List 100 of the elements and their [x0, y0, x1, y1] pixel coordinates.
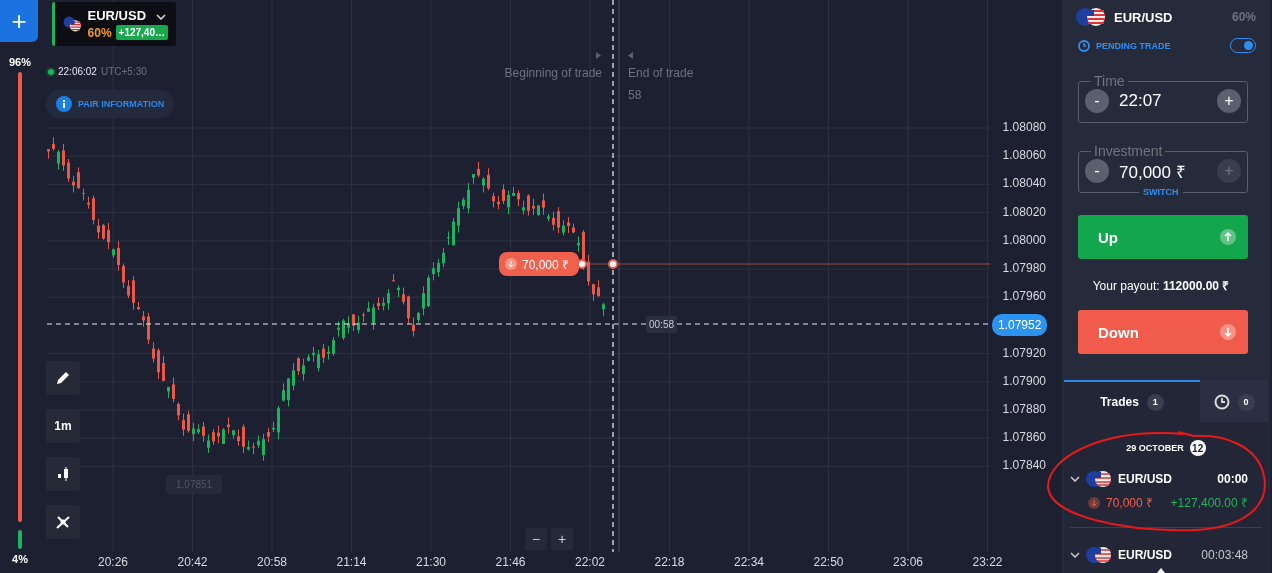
candle: [242, 423, 245, 454]
add-button[interactable]: +: [0, 0, 38, 42]
candlestick-icon: [55, 466, 71, 482]
history-tab[interactable]: 0: [1200, 380, 1268, 422]
candle: [492, 192, 495, 208]
zoom-button[interactable]: −: [525, 528, 547, 550]
price-tick: 1.07920: [1002, 345, 1046, 360]
candle: [142, 310, 145, 328]
increase-button[interactable]: +: [1217, 89, 1241, 113]
trade-time: 00:03:48: [1201, 548, 1248, 562]
candle: [417, 311, 420, 324]
candle: [282, 382, 285, 403]
down-percentage: 4%: [12, 553, 28, 565]
candle: [567, 216, 570, 234]
candle: [537, 204, 540, 217]
start-triangle-icon: [596, 52, 601, 59]
candle: [347, 315, 350, 335]
candle: [217, 425, 220, 444]
clock-time: 22:06:02: [58, 66, 97, 77]
candle: [467, 182, 470, 214]
chevron-icon: [1070, 476, 1080, 482]
open-trade-pill[interactable]: 70,000 ₹: [499, 252, 580, 276]
candle: [52, 136, 55, 152]
currency-flags-icon: [1076, 7, 1106, 27]
price-tick: 1.08060: [1002, 148, 1046, 163]
price-tick: 1.08000: [1002, 232, 1046, 247]
price-tick: 1.07900: [1002, 373, 1046, 388]
time-tick: 21:30: [415, 555, 447, 569]
time-tick: 20:26: [97, 555, 129, 569]
date-header: 29 OCTOBER: [1126, 443, 1184, 453]
candle: [317, 349, 320, 372]
time-field[interactable]: Time - 22:07 +: [1078, 73, 1248, 123]
candle: [62, 143, 65, 172]
trade-amount: 70,000 ₹: [522, 256, 570, 273]
candle: [422, 285, 425, 316]
candle: [112, 248, 115, 259]
candle: [182, 413, 185, 437]
candle: [597, 279, 600, 298]
decrease-button[interactable]: -: [1085, 159, 1109, 183]
trade-amount: 70,000 ₹: [1106, 495, 1155, 511]
timer-label: 00:58: [646, 316, 678, 333]
pencil-button[interactable]: [46, 361, 80, 395]
countdown: 58: [628, 88, 642, 102]
pair-name: EUR/USD: [1118, 472, 1173, 486]
candle: [47, 148, 50, 160]
candle: [57, 149, 60, 171]
time-tick: 22:02: [574, 555, 606, 569]
tab-label: Trades: [1100, 395, 1139, 409]
candle: [557, 206, 560, 234]
arrow-down-icon: [505, 258, 517, 270]
decrease-button[interactable]: -: [1085, 89, 1109, 113]
time-tick: 22:34: [733, 555, 765, 569]
candle: [237, 429, 240, 447]
candle: [132, 275, 135, 311]
candle: [272, 421, 275, 433]
candle: [482, 176, 485, 193]
candle: [572, 223, 575, 234]
candle: [502, 184, 505, 205]
current-price-tag: 1.07952: [992, 314, 1048, 336]
time-tick: 22:18: [653, 555, 686, 569]
candle: [562, 219, 565, 236]
down-button[interactable]: Down: [1078, 310, 1248, 354]
time-tick: 23:06: [892, 555, 924, 569]
candle: [412, 317, 415, 338]
candle: [462, 197, 465, 210]
candle: [387, 288, 390, 311]
candle: [117, 240, 120, 272]
timezone: UTC+5:30: [100, 66, 147, 77]
candle: [357, 315, 360, 334]
pair-name: EUR/USD: [87, 8, 147, 23]
switch-link[interactable]: SWITCH: [1139, 187, 1183, 197]
indicators-button[interactable]: [46, 505, 80, 539]
chart-type-button[interactable]: [46, 457, 80, 491]
asset-card[interactable]: EUR/USD 60% +127,40…: [52, 2, 176, 46]
candle: [197, 423, 200, 435]
candle: [187, 410, 190, 434]
candle: [247, 440, 250, 452]
price-tick: 1.07860: [1002, 430, 1046, 445]
candle: [287, 377, 290, 408]
candle: [427, 274, 430, 308]
price-tick: 1.07840: [1002, 458, 1046, 473]
count-badge: 12: [1189, 440, 1206, 456]
pair-name: EUR/USD: [1114, 9, 1174, 25]
candle: [277, 405, 280, 440]
candle: [322, 343, 325, 364]
candle: [487, 167, 490, 191]
candle: [302, 358, 305, 382]
candle: [402, 286, 405, 305]
candle: [267, 427, 270, 443]
candle: [307, 353, 310, 362]
zoom-button[interactable]: +: [551, 528, 573, 550]
candle: [227, 417, 230, 435]
candle: [327, 345, 330, 361]
timeframe-button[interactable]: 1m: [46, 409, 80, 443]
up-button[interactable]: Up: [1078, 215, 1248, 259]
candle: [437, 258, 440, 278]
candle: [377, 296, 380, 311]
pair-information-button[interactable]: PAIR INFORMATION: [46, 90, 175, 118]
pair-name: EUR/USD: [1118, 548, 1173, 562]
candle: [222, 427, 225, 445]
